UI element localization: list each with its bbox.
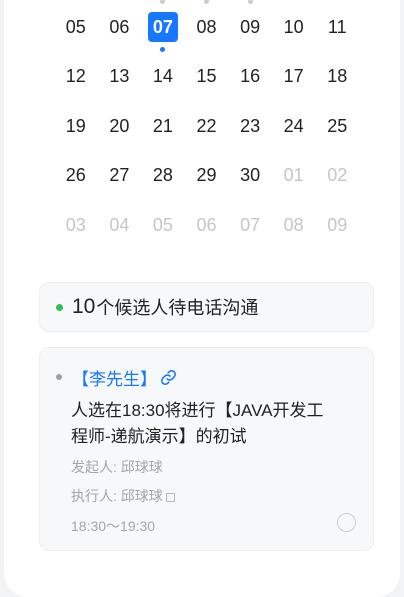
calendar-day[interactable]: 13 (98, 58, 142, 96)
calendar-day[interactable]: 26 (54, 157, 98, 195)
calendar-day-number: 15 (196, 66, 217, 86)
calendar-day[interactable]: 29 (185, 157, 229, 195)
event-marker-dot (247, 0, 253, 4)
calendar-day[interactable]: 17 (272, 58, 316, 96)
calendar-day-number: 18 (327, 66, 348, 86)
calendar-day[interactable]: 04 (98, 206, 142, 244)
calendar-week-row: 26 27 28 29 30 01 02 (54, 157, 359, 207)
calendar-day-number: 06 (109, 16, 130, 37)
calendar-day-number: 30 (240, 165, 261, 185)
calendar-day-number: 28 (152, 165, 173, 185)
calendar-day[interactable]: 25 (315, 107, 359, 145)
checkbox-icon[interactable] (165, 493, 175, 502)
calendar-day[interactable]: 21 (141, 107, 185, 145)
calendar-day[interactable]: 09 (228, 0, 272, 46)
calendar-grid: 05 06 07 08 09 10 11 12 13 14 15 16 17 18 19 20 21 22 23 24… (54, 0, 359, 256)
calendar-day-number: 05 (65, 16, 86, 37)
link-icon[interactable] (160, 369, 177, 386)
calendar-day-number: 11 (327, 16, 347, 37)
calendar-day-number: 01 (283, 165, 304, 185)
status-dot (56, 303, 63, 311)
candidate-name: 【李先生】 (72, 370, 157, 389)
calendar-day-number: 23 (240, 115, 261, 136)
calendar-day[interactable]: 07 (228, 206, 272, 244)
calendar-day[interactable]: 06 (185, 206, 229, 244)
event-marker-dot (160, 47, 166, 52)
calendar-day-number: 03 (65, 214, 86, 235)
calendar-day[interactable]: 19 (54, 107, 98, 145)
calendar-day-number: 24 (283, 115, 304, 136)
calendar-day[interactable]: 06 (98, 8, 142, 46)
calendar-day[interactable]: 08 (272, 206, 316, 244)
calendar-day[interactable]: 20 (98, 107, 142, 145)
calendar-day[interactable]: 10 (272, 8, 316, 46)
calendar-day-number: 07 (147, 12, 178, 42)
calendar-day-number: 19 (65, 115, 86, 136)
calendar-day-number: 21 (152, 115, 173, 136)
calendar-day-number: 08 (196, 16, 217, 37)
calendar-day-number: 10 (283, 16, 304, 37)
calendar-day-number: 25 (327, 115, 348, 136)
calendar-day[interactable]: 03 (54, 206, 98, 244)
calendar-day[interactable]: 15 (185, 58, 229, 96)
calendar-day-number: 20 (109, 115, 130, 136)
complete-toggle-button[interactable] (337, 513, 356, 532)
time-range: 18:30～19:30 (71, 518, 156, 534)
calendar-day-number: 06 (196, 214, 217, 235)
pending-label: 个候选人待电话沟通 (96, 298, 259, 318)
calendar-day-number: 09 (240, 16, 261, 37)
calendar-day-number: 09 (327, 214, 348, 235)
calendar-day[interactable]: 24 (272, 107, 316, 145)
calendar-day[interactable]: 22 (185, 107, 229, 145)
schedule-panel: 05 06 07 08 09 10 11 12 13 14 15 16 17 18 19 20 21 22 23 24… (4, 0, 400, 597)
calendar-day-number: 02 (327, 165, 348, 185)
executor-text: 执行人: 邱球球 (71, 488, 163, 504)
event-marker-dot (204, 0, 210, 4)
calendar-day-number: 22 (196, 115, 217, 136)
calendar-day-number: 12 (65, 66, 86, 86)
calendar-day-number: 13 (109, 66, 130, 86)
initiator-text: 发起人: 邱球球 (71, 459, 163, 475)
calendar-day[interactable]: 27 (98, 157, 142, 195)
calendar-day[interactable]: 30 (228, 157, 272, 195)
calendar-day[interactable]: 09 (315, 206, 359, 244)
calendar-day-number: 14 (152, 66, 173, 86)
executor-line: 执行人: 邱球球 (71, 486, 175, 506)
calendar-day[interactable]: 12 (54, 58, 98, 96)
calendar-day-number: 16 (240, 66, 261, 86)
calendar-day[interactable]: 01 (272, 157, 316, 195)
calendar-day[interactable]: 23 (228, 107, 272, 145)
calendar-day-number: 05 (152, 214, 173, 235)
calendar-day-number: 27 (109, 165, 130, 185)
calendar-day[interactable]: 18 (315, 58, 359, 96)
calendar-day[interactable]: 28 (141, 157, 185, 195)
bullet-icon (56, 374, 62, 380)
calendar-day[interactable]: 05 (54, 8, 98, 46)
calendar-week-row: 19 20 21 22 23 24 25 (54, 107, 359, 157)
calendar-day-number: 08 (283, 214, 304, 235)
calendar-day-number: 07 (240, 214, 261, 235)
calendar-day-selected[interactable]: 07 (141, 0, 185, 52)
pending-count: 10 (72, 295, 96, 318)
initiator-line: 发起人: 邱球球 (71, 457, 163, 477)
event-marker-dot (160, 0, 166, 4)
calendar-day[interactable]: 02 (315, 157, 359, 195)
calendar-day[interactable]: 05 (141, 206, 185, 244)
calendar-day[interactable]: 14 (141, 58, 185, 96)
interview-card[interactable]: 【李先生】 人选在18:30将进行【JAVA开发工程师-递航演示】的初试 发起人… (39, 347, 374, 551)
calendar-week-row: 12 13 14 15 16 17 18 (54, 58, 359, 108)
calendar-day-number: 04 (109, 214, 130, 235)
pending-call-summary[interactable]: 10 个候选人待电话沟通 (39, 282, 374, 332)
calendar-day[interactable]: 11 (315, 8, 359, 46)
calendar-day-number: 17 (283, 66, 304, 86)
calendar-day-number: 29 (196, 165, 217, 185)
calendar-week-row: 03 04 05 06 07 08 09 (54, 206, 359, 256)
calendar-day[interactable]: 16 (228, 58, 272, 96)
calendar-week-row: 05 06 07 08 09 10 11 (54, 0, 359, 58)
calendar-day[interactable]: 08 (185, 0, 229, 46)
calendar-day-number: 26 (65, 165, 86, 185)
interview-description: 人选在18:30将进行【JAVA开发工程师-递航演示】的初试 (71, 401, 324, 446)
candidate-name-link[interactable]: 【李先生】 (72, 365, 177, 390)
